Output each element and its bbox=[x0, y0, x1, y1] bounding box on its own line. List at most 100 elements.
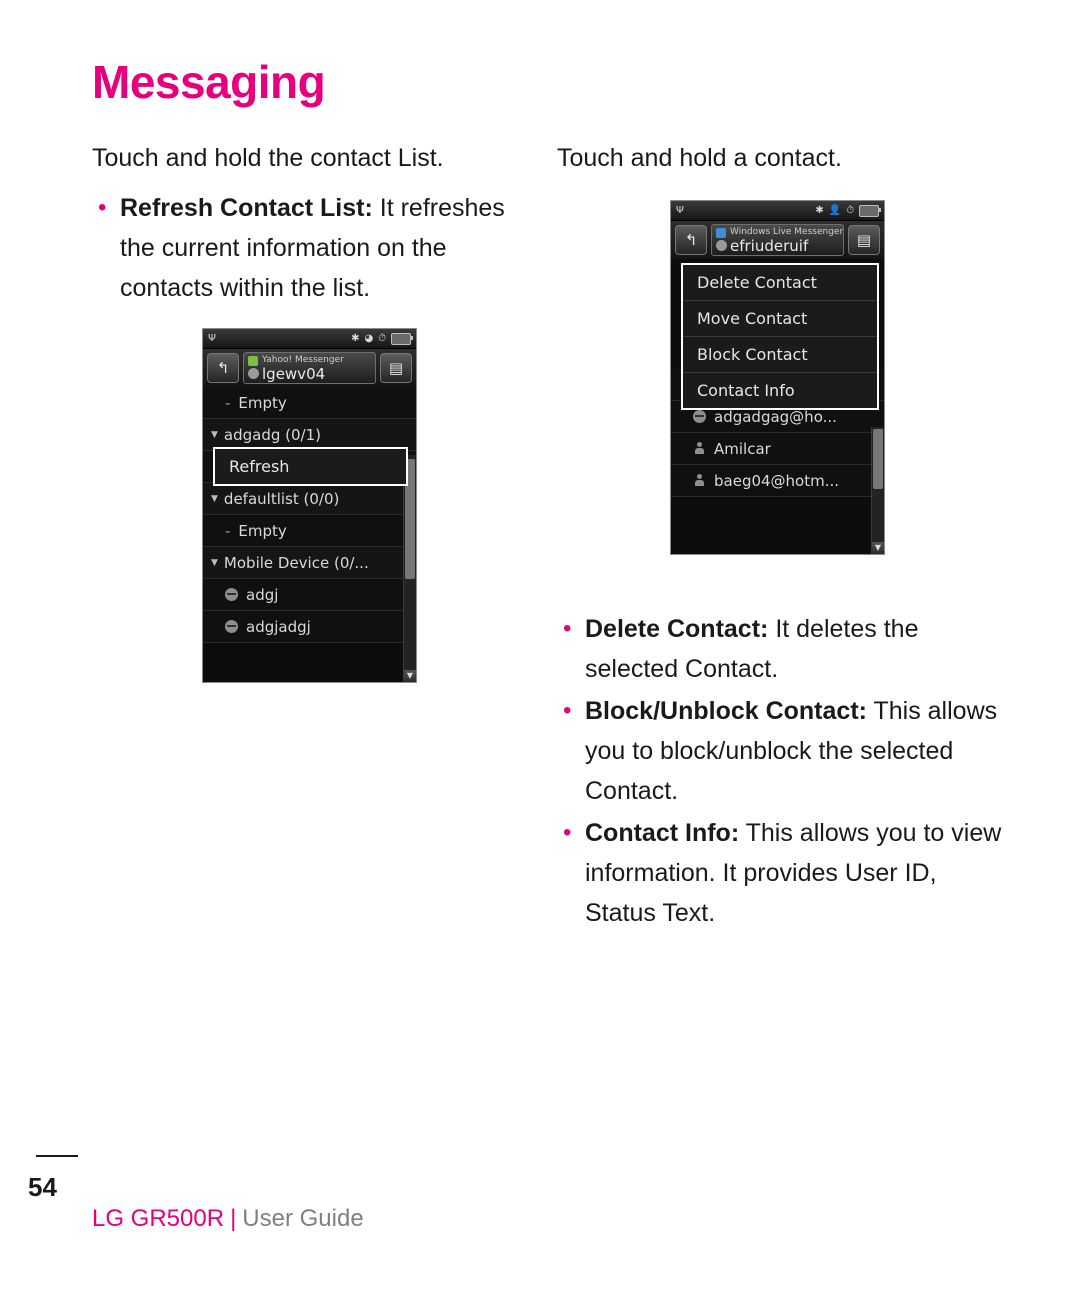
list-item-label: Empty bbox=[238, 393, 287, 412]
context-menu-item-move-contact[interactable]: Move Contact bbox=[683, 301, 877, 337]
user-status-icon bbox=[716, 239, 727, 251]
user-id-row: lgewv04 bbox=[244, 366, 375, 382]
page-title: Messaging bbox=[92, 56, 326, 108]
list-item[interactable]: ▼ defaultlist (0/0) bbox=[203, 483, 416, 515]
context-menu-item-block-contact[interactable]: Block Contact bbox=[683, 337, 877, 373]
phone-screenshot-windows-live-messenger: Ψ ✱ 👤 ⏱ ↰ Windows Live Messenger efriude… bbox=[670, 200, 885, 555]
list-item-label: adgj bbox=[246, 585, 279, 604]
list-item[interactable]: ▼ Mobile Device (0/... bbox=[203, 547, 416, 579]
footer-brand: LG GR500R bbox=[92, 1205, 225, 1232]
list-item[interactable]: adgjadgj bbox=[203, 611, 416, 643]
app-title-block: Windows Live Messenger efriuderuif bbox=[711, 224, 844, 256]
bluetooth-icon: ✱ bbox=[815, 204, 824, 216]
bullet-delete-contact: • Delete Contact: It deletes the selected… bbox=[557, 609, 1007, 689]
user-id-row: efriuderuif bbox=[712, 238, 843, 254]
contact-list: - Empty ▼ adgadg (0/1) adgadg& ▼ default… bbox=[203, 387, 416, 643]
app-logo-icon bbox=[248, 355, 258, 366]
context-menu: Delete Contact Move Contact Block Contac… bbox=[681, 263, 879, 410]
list-item[interactable]: - Empty bbox=[203, 515, 416, 547]
scrollbar[interactable]: ▼ bbox=[871, 427, 884, 554]
left-bullet-list: • Refresh Contact List: It refreshes the … bbox=[92, 188, 532, 308]
app-name-label: Windows Live Messenger bbox=[730, 226, 844, 237]
context-menu-item-refresh[interactable]: Refresh bbox=[215, 449, 406, 484]
status-bar: Ψ ✱ ◕ ⏱ bbox=[203, 329, 416, 349]
scroll-down-arrow-icon[interactable]: ▼ bbox=[404, 670, 416, 682]
list-item[interactable]: Amilcar bbox=[671, 433, 884, 465]
app-name-row: Yahoo! Messenger bbox=[244, 355, 375, 366]
person-icon: 👤 bbox=[828, 204, 842, 216]
list-item-label: Empty bbox=[238, 521, 287, 540]
status-bar: Ψ ✱ 👤 ⏱ bbox=[671, 201, 884, 221]
alarm-icon: ⏱ bbox=[846, 204, 854, 216]
bullet-dot-icon: • bbox=[98, 194, 107, 221]
page-number: 54 bbox=[28, 1172, 57, 1202]
scrollbar-thumb[interactable] bbox=[873, 429, 883, 489]
user-status-icon bbox=[248, 367, 259, 379]
signal-icon: Ψ bbox=[208, 332, 216, 344]
list-item[interactable]: adgj bbox=[203, 579, 416, 611]
back-arrow-icon[interactable]: ↰ bbox=[675, 225, 707, 255]
left-lead-text: Touch and hold the contact List. bbox=[92, 144, 444, 172]
app-title-block: Yahoo! Messenger lgewv04 bbox=[243, 352, 376, 384]
buddy-icon bbox=[225, 588, 238, 601]
right-bullet-list: • Delete Contact: It deletes the selected… bbox=[557, 609, 1007, 933]
bullet-dot-icon: • bbox=[563, 819, 572, 846]
footer: LG GR500R | User Guide bbox=[92, 1205, 364, 1233]
menu-icon[interactable]: ▤ bbox=[380, 353, 412, 383]
bullet-contact-info: • Contact Info: This allows you to view i… bbox=[557, 813, 1007, 933]
triangle-down-icon: ▼ bbox=[211, 493, 218, 504]
app-header-bar: ↰ Yahoo! Messenger lgewv04 ▤ bbox=[203, 349, 416, 387]
dash-marker-icon: - bbox=[225, 521, 231, 540]
list-item-label: baeg04@hotm... bbox=[714, 471, 840, 490]
list-item[interactable]: - Empty bbox=[203, 387, 416, 419]
alarm-icon: ⏱ bbox=[378, 332, 386, 344]
app-name-label: Yahoo! Messenger bbox=[262, 354, 344, 365]
bullet-refresh-contact-list: • Refresh Contact List: It refreshes the … bbox=[92, 188, 532, 308]
context-menu-item-contact-info[interactable]: Contact Info bbox=[683, 373, 877, 408]
scroll-down-arrow-icon[interactable]: ▼ bbox=[872, 542, 884, 554]
user-id-label: efriuderuif bbox=[730, 236, 809, 255]
footer-separator: | bbox=[230, 1205, 237, 1232]
footer-divider bbox=[36, 1155, 78, 1157]
list-item-label: Mobile Device (0/... bbox=[223, 553, 369, 572]
list-item[interactable]: baeg04@hotm... bbox=[671, 465, 884, 497]
left-column: Touch and hold the contact List. • Refres… bbox=[92, 142, 532, 683]
list-item-label: defaultlist (0/0) bbox=[223, 489, 340, 508]
menu-icon[interactable]: ▤ bbox=[848, 225, 880, 255]
bullet-dot-icon: • bbox=[563, 697, 572, 724]
bullet-label: Block/Unblock Contact: bbox=[585, 697, 867, 725]
list-item-label: adgadg (0/1) bbox=[223, 425, 322, 444]
right-lead-text: Touch and hold a contact. bbox=[557, 144, 842, 172]
battery-icon bbox=[859, 204, 881, 217]
bullet-label: Contact Info: bbox=[585, 819, 740, 847]
app-logo-icon bbox=[716, 227, 726, 238]
bullet-label: Delete Contact: bbox=[585, 615, 769, 643]
list-item-label: adgadgag@ho... bbox=[714, 407, 837, 426]
app-header-bar: ↰ Windows Live Messenger efriuderuif ▤ bbox=[671, 221, 884, 259]
dash-marker-icon: - bbox=[225, 393, 231, 412]
buddy-icon bbox=[225, 620, 238, 633]
triangle-down-icon: ▼ bbox=[211, 429, 218, 440]
signal-icon: Ψ bbox=[676, 204, 684, 216]
phone-screenshot-yahoo-messenger: Ψ ✱ ◕ ⏱ ↰ Yahoo! Messenger lgewv04 ▤ - E… bbox=[202, 328, 417, 683]
context-menu: Refresh bbox=[213, 447, 408, 486]
buddy-icon bbox=[693, 410, 706, 423]
scrollbar[interactable]: ▼ bbox=[403, 455, 416, 682]
bullet-label: Refresh Contact List: bbox=[120, 194, 373, 222]
person-icon bbox=[693, 474, 706, 487]
battery-icon bbox=[391, 332, 413, 345]
bluetooth-icon: ✱ bbox=[351, 332, 360, 344]
list-item-label: adgjadgj bbox=[246, 617, 311, 636]
footer-label: User Guide bbox=[242, 1205, 364, 1232]
sound-icon: ◕ bbox=[364, 332, 374, 344]
context-menu-item-delete-contact[interactable]: Delete Contact bbox=[683, 265, 877, 301]
app-name-row: Windows Live Messenger bbox=[712, 227, 843, 238]
triangle-down-icon: ▼ bbox=[211, 557, 218, 568]
list-item-label: Amilcar bbox=[714, 439, 771, 458]
person-icon bbox=[693, 442, 706, 455]
bullet-block-unblock-contact: • Block/Unblock Contact: This allows you … bbox=[557, 691, 1007, 811]
bullet-dot-icon: • bbox=[563, 615, 572, 642]
user-id-label: lgewv04 bbox=[262, 364, 326, 383]
right-column: Touch and hold a contact. Ψ ✱ 👤 ⏱ ↰ Wind… bbox=[557, 142, 1007, 935]
back-arrow-icon[interactable]: ↰ bbox=[207, 353, 239, 383]
